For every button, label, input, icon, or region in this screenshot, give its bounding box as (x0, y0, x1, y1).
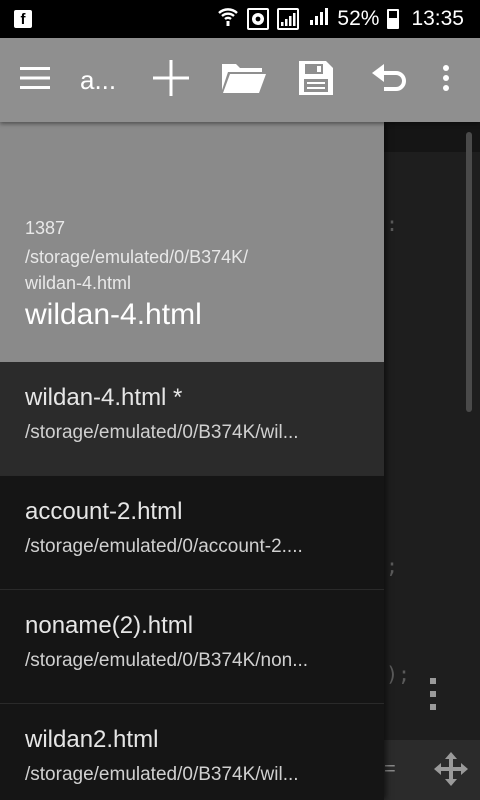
toolbar: a... (0, 38, 480, 122)
facebook-icon: f (14, 10, 32, 28)
save-icon (299, 60, 333, 100)
file-name: wildan2.html (25, 726, 159, 753)
editor-text-fragment: ; (386, 554, 399, 578)
battery-percent: 52% (337, 7, 380, 30)
wifi-icon (217, 5, 239, 33)
editor-scrollbar[interactable] (466, 132, 472, 412)
file-path: /storage/emulated/0/B374K/wil... (25, 764, 299, 785)
file-path: /storage/emulated/0/account-2.... (25, 536, 303, 557)
file-path: /storage/emulated/0/B374K/wil... (25, 422, 299, 443)
vpn-icon (247, 8, 270, 30)
file-path: /storage/emulated/0/B374K/non... (25, 650, 309, 671)
file-list-item[interactable]: wildan-4.html * /storage/emulated/0/B374… (0, 362, 384, 476)
signal-sim1-icon (277, 8, 300, 30)
clock: 13:35 (411, 7, 464, 30)
editor-bottom-bar: = (384, 740, 480, 800)
overflow-menu-button[interactable] (424, 38, 468, 122)
equals-icon[interactable]: = (384, 758, 396, 781)
file-drawer: 1387 /storage/emulated/0/B374K/ wildan-4… (0, 122, 384, 800)
current-file-path: /storage/emulated/0/B374K/ wildan-4.html (25, 247, 249, 293)
current-file-name: wildan-4.html (25, 298, 202, 331)
menu-button[interactable] (0, 38, 70, 122)
save-button[interactable] (278, 38, 354, 122)
add-icon (153, 59, 189, 101)
file-list-item[interactable]: wildan2.html /storage/emulated/0/B374K/w… (0, 704, 384, 800)
file-name: wildan-4.html * (25, 384, 183, 411)
move-icon[interactable] (434, 752, 468, 791)
file-list-item[interactable]: noname(2).html /storage/emulated/0/B374K… (0, 590, 384, 704)
current-file-size: 1387 (25, 218, 66, 238)
undo-icon (372, 63, 406, 98)
editor-text-fragment: : (386, 212, 399, 236)
editor-drag-handle-icon[interactable] (428, 678, 438, 715)
status-bar: f 52% 13:35 (0, 0, 480, 38)
undo-button[interactable] (354, 38, 424, 122)
file-name: account-2.html (25, 498, 183, 525)
file-list-item[interactable]: account-2.html /storage/emulated/0/accou… (0, 476, 384, 590)
signal-sim2-icon (307, 5, 329, 33)
file-name: noname(2).html (25, 612, 194, 639)
more-vert-icon (442, 64, 450, 96)
menu-icon (20, 66, 50, 94)
file-title: a... (80, 64, 117, 95)
editor-text-fragment: ); (386, 662, 411, 686)
battery-icon (387, 9, 400, 29)
drawer-header: 1387 /storage/emulated/0/B374K/ wildan-4… (0, 122, 384, 362)
folder-open-icon (222, 62, 266, 99)
new-file-button[interactable] (132, 38, 210, 122)
open-folder-button[interactable] (210, 38, 278, 122)
